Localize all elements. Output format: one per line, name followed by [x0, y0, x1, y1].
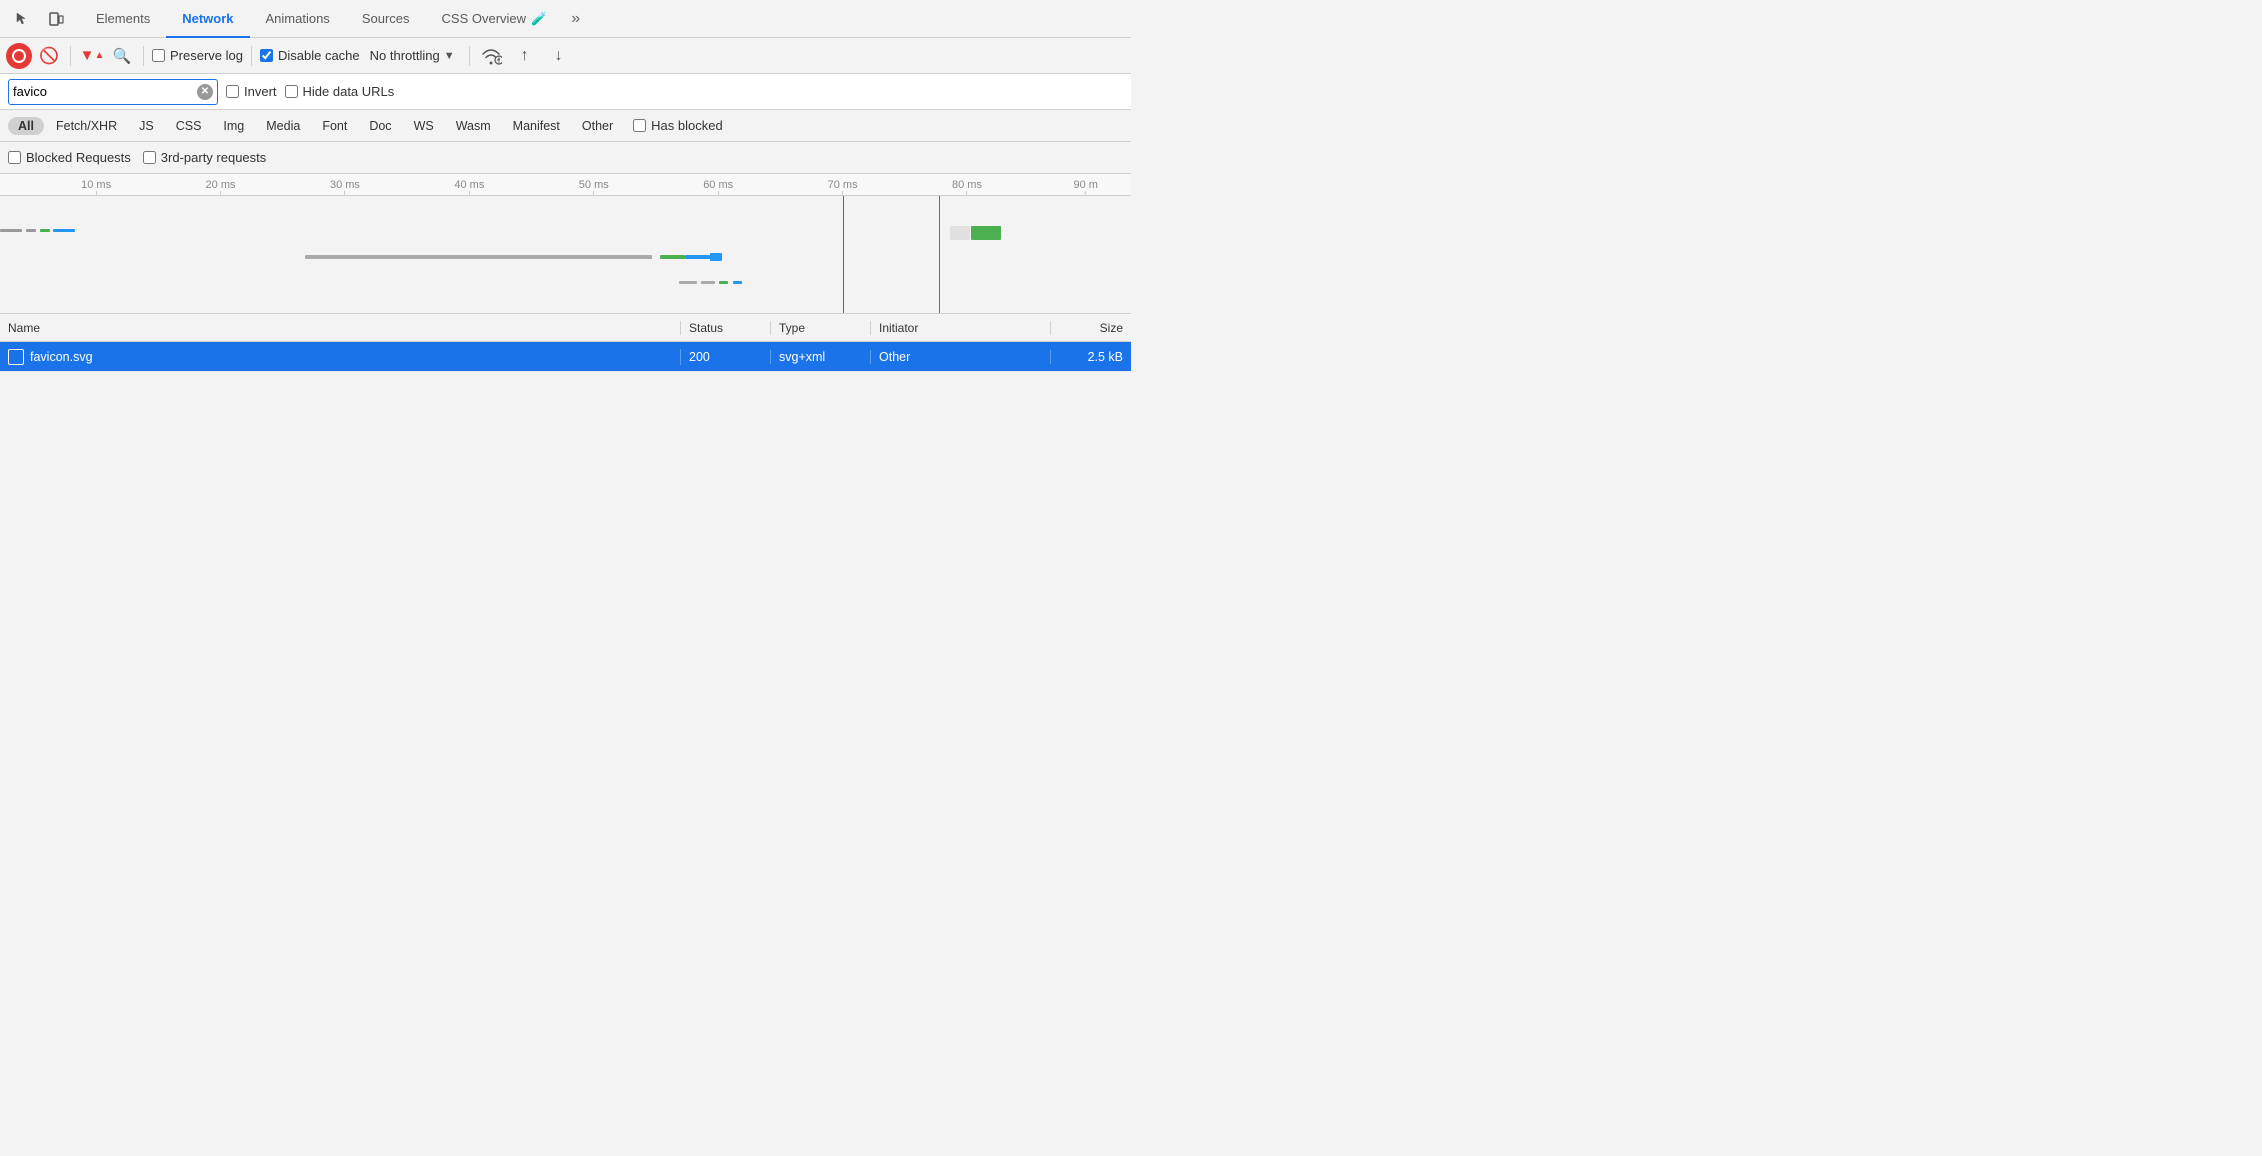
third-party-input[interactable] [143, 151, 156, 164]
search-box: ✕ [8, 79, 218, 105]
ruler-tick-50ms: 50 ms [579, 179, 609, 195]
row-name-cell: favicon.svg [0, 349, 681, 365]
filter-ws[interactable]: WS [404, 117, 444, 135]
has-blocked-input[interactable] [633, 119, 646, 132]
timeline-area: 10 ms 20 ms 30 ms 40 ms 50 ms 60 ms 70 m… [0, 174, 1131, 314]
separator-1 [70, 46, 71, 66]
blocked-row: Blocked Requests 3rd-party requests [0, 142, 1131, 174]
has-blocked-checkbox[interactable]: Has blocked [633, 118, 723, 133]
tab-css-overview[interactable]: CSS Overview 🧪 [426, 0, 564, 38]
record-dot [12, 49, 26, 63]
separator-4 [469, 46, 470, 66]
timeline-content [0, 196, 1131, 314]
hide-data-urls-checkbox[interactable]: Hide data URLs [285, 84, 395, 99]
device-icon[interactable] [42, 5, 70, 33]
table-row[interactable]: favicon.svg 200 svg+xml Other 2.5 kB [0, 342, 1131, 372]
row-type-cell: svg+xml [771, 350, 871, 364]
col-header-name: Name [0, 321, 681, 335]
invert-input[interactable] [226, 85, 239, 98]
invert-checkbox[interactable]: Invert [226, 84, 277, 99]
filter-js[interactable]: JS [129, 117, 164, 135]
preserve-log-input[interactable] [152, 49, 165, 62]
wifi-settings-icon[interactable] [478, 43, 504, 69]
hide-data-urls-input[interactable] [285, 85, 298, 98]
more-tabs-button[interactable]: » [563, 10, 588, 28]
ruler-tick-80ms: 80 ms [952, 179, 982, 195]
filter-wasm[interactable]: Wasm [446, 117, 501, 135]
red-vertical-line [939, 196, 941, 314]
ruler-tick-40ms: 40 ms [454, 179, 484, 195]
ruler-tick-70ms: 70 ms [828, 179, 858, 195]
col-header-size: Size [1051, 321, 1131, 335]
throttle-select[interactable]: No throttling ▼ [364, 46, 461, 65]
upload-button[interactable]: ↑ [512, 43, 538, 69]
tab-bar: Elements Network Animations Sources CSS … [0, 0, 1131, 38]
upload-download-buttons: ↑ ↓ [512, 43, 572, 69]
filter-other[interactable]: Other [572, 117, 623, 135]
filter-row: ✕ Invert Hide data URLs [0, 74, 1131, 110]
third-party-checkbox[interactable]: 3rd-party requests [143, 150, 267, 165]
filter-doc[interactable]: Doc [359, 117, 401, 135]
tab-animations[interactable]: Animations [250, 0, 346, 38]
ruler-tick-20ms: 20 ms [206, 179, 236, 195]
row-size-cell: 2.5 kB [1051, 350, 1131, 364]
filter-media[interactable]: Media [256, 117, 310, 135]
devtools-icons [8, 5, 70, 33]
waterfall-row-3 [679, 276, 1131, 288]
tab-sources[interactable]: Sources [346, 0, 426, 38]
ruler-tick-30ms: 30 ms [330, 179, 360, 195]
row-initiator-cell: Other [871, 350, 1051, 364]
table-header: Name Status Type Initiator Size [0, 314, 1131, 342]
download-button[interactable]: ↓ [546, 43, 572, 69]
row-checkbox[interactable] [8, 349, 24, 365]
filter-css[interactable]: CSS [166, 117, 212, 135]
filter-img[interactable]: Img [213, 117, 254, 135]
search-button[interactable]: 🔍 [109, 43, 135, 69]
separator-2 [143, 46, 144, 66]
small-bar-group [950, 226, 1001, 240]
blue-vertical-line [843, 196, 845, 314]
col-header-type: Type [771, 321, 871, 335]
cursor-icon[interactable] [8, 5, 36, 33]
timeline-ruler: 10 ms 20 ms 30 ms 40 ms 50 ms 60 ms 70 m… [0, 174, 1131, 196]
blocked-requests-checkbox[interactable]: Blocked Requests [8, 150, 131, 165]
preserve-log-checkbox[interactable]: Preserve log [152, 48, 243, 63]
filter-font[interactable]: Font [312, 117, 357, 135]
filter-all[interactable]: All [8, 117, 44, 135]
ruler-tick-60ms: 60 ms [703, 179, 733, 195]
clear-button[interactable]: 🚫 [36, 43, 62, 69]
tab-network[interactable]: Network [166, 0, 249, 38]
filter-fetch-xhr[interactable]: Fetch/XHR [46, 117, 127, 135]
blocked-requests-input[interactable] [8, 151, 21, 164]
table-body: favicon.svg 200 svg+xml Other 2.5 kB [0, 342, 1131, 372]
filter-button[interactable]: ▼▲ [79, 43, 105, 69]
separator-3 [251, 46, 252, 66]
waterfall-row-2 [305, 251, 1131, 263]
tab-elements[interactable]: Elements [80, 0, 166, 38]
type-filter-row: All Fetch/XHR JS CSS Img Media Font Doc … [0, 110, 1131, 142]
col-header-initiator: Initiator [871, 321, 1051, 335]
disable-cache-checkbox[interactable]: Disable cache [260, 48, 360, 63]
row-status-cell: 200 [681, 350, 771, 364]
ruler-tick-90ms: 90 m [1074, 179, 1098, 195]
disable-cache-input[interactable] [260, 49, 273, 62]
clear-search-button[interactable]: ✕ [197, 84, 213, 100]
chevron-down-icon: ▼ [444, 50, 455, 62]
filter-manifest[interactable]: Manifest [503, 117, 570, 135]
network-toolbar: 🚫 ▼▲ 🔍 Preserve log Disable cache No thr… [0, 38, 1131, 74]
ruler-tick-10ms: 10 ms [81, 179, 111, 195]
search-input[interactable] [13, 84, 197, 99]
col-header-status: Status [681, 321, 771, 335]
record-button[interactable] [6, 43, 32, 69]
